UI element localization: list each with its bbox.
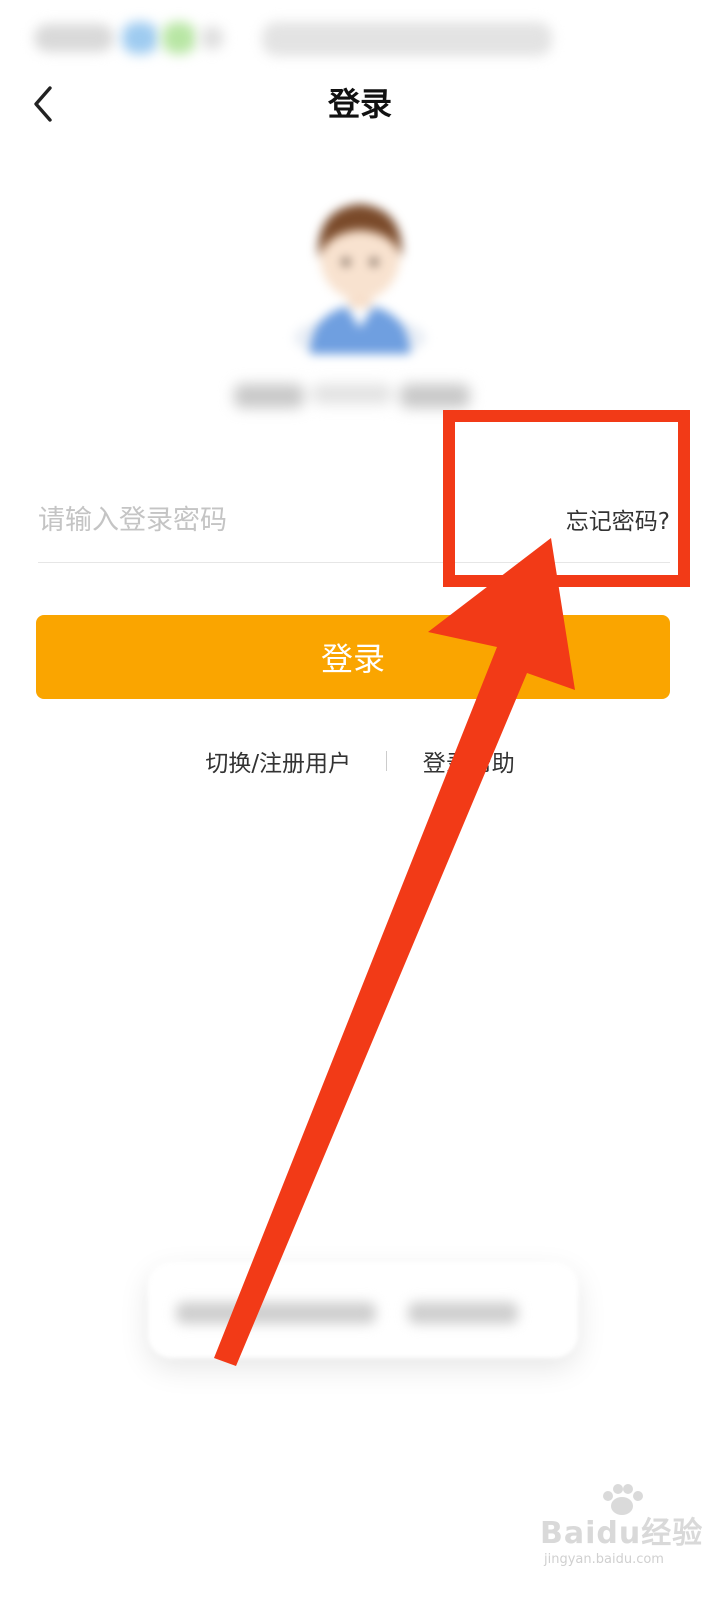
status-bar <box>0 0 720 80</box>
status-wifi-icon <box>162 22 196 54</box>
forgot-password-link[interactable]: 忘记密码? <box>566 502 670 536</box>
baidu-watermark: Baidu经验 jingyan.baidu.com <box>540 1484 710 1580</box>
nav-bar: 登录 <box>0 70 720 140</box>
status-carrier-info <box>34 24 114 52</box>
status-signal-icon <box>122 22 158 54</box>
password-input[interactable] <box>38 496 508 544</box>
switch-register-link[interactable]: 切换/注册用户 <box>205 744 351 778</box>
status-notification-text <box>262 22 552 56</box>
watermark-brand: Baidu经验 <box>540 1516 704 1551</box>
user-avatar <box>288 178 432 360</box>
login-help-link[interactable]: 登录帮助 <box>423 744 515 778</box>
watermark-url: jingyan.baidu.com <box>544 1552 664 1567</box>
page-title: 登录 <box>327 85 392 123</box>
account-name-blurred <box>224 372 484 416</box>
status-indicator <box>200 26 224 50</box>
bottom-card-text-blurred <box>176 1296 526 1330</box>
login-button[interactable]: 登录 <box>36 615 670 699</box>
link-divider <box>386 751 388 771</box>
secondary-links: 切换/注册用户 登录帮助 <box>0 744 720 784</box>
password-field-row: 忘记密码? <box>38 486 670 563</box>
